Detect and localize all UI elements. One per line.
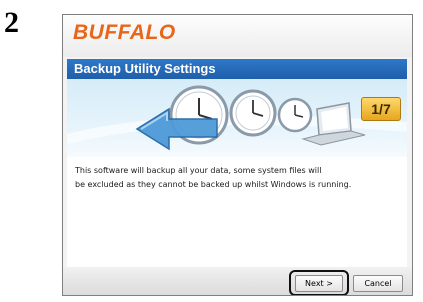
dialog-title: Backup Utility Settings bbox=[74, 61, 216, 76]
window-header: BUFFALO bbox=[63, 15, 412, 57]
body-text-line-1: This software will backup all your data,… bbox=[75, 166, 322, 175]
step-indicator-badge: 1/7 bbox=[361, 97, 401, 121]
cancel-button[interactable]: Cancel bbox=[353, 275, 403, 292]
clock-icon bbox=[277, 97, 313, 133]
banner-graphic bbox=[67, 85, 407, 151]
next-button[interactable]: Next > bbox=[295, 275, 343, 292]
dialog-content: This software will backup all your data,… bbox=[67, 157, 407, 267]
clock-icon bbox=[229, 89, 277, 137]
step-number: 2 bbox=[4, 6, 19, 39]
banner-illustration: 1/7 bbox=[67, 79, 407, 157]
buffalo-logo: BUFFALO bbox=[73, 21, 176, 44]
dialog-footer: Next > Cancel bbox=[63, 267, 412, 295]
body-text-line-2: be excluded as they cannot be backed up … bbox=[75, 180, 352, 189]
installer-window: BUFFALO Backup Utility Settings 1/7 This… bbox=[62, 14, 413, 296]
dialog-title-bar: Backup Utility Settings bbox=[67, 59, 407, 79]
